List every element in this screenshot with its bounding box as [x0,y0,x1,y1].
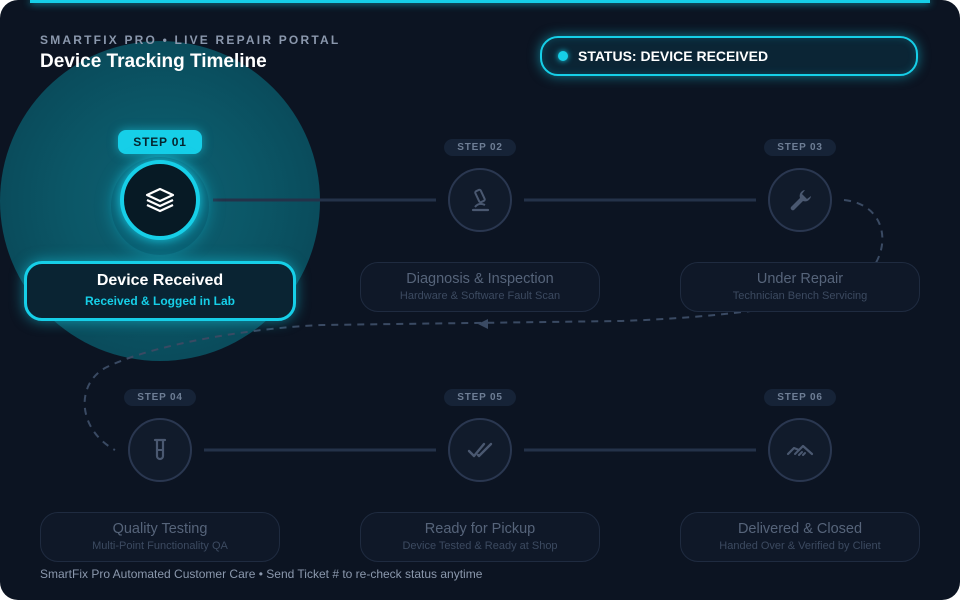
footer-note: SmartFix Pro Automated Customer Care • S… [40,567,483,581]
step-05-card[interactable]: Ready for Pickup Device Tested & Ready a… [360,512,600,562]
step-03-title: Under Repair [756,271,844,287]
step-05-node[interactable] [448,418,512,482]
step-03-node[interactable] [768,168,832,232]
step-05-tag: STEP 05 [444,389,516,406]
flow-arrow-icon [478,319,488,329]
timeline-panel: SMARTFIX PRO • LIVE REPAIR PORTAL Device… [0,0,960,600]
step-05-title: Ready for Pickup [424,521,536,537]
step-01-card[interactable]: Device Received Received & Logged in Lab [24,261,296,321]
double-check-icon [467,442,493,458]
step-03-card[interactable]: Under Repair Technician Bench Servicing [680,262,920,312]
step-02-card[interactable]: Diagnosis & Inspection Hardware & Softwa… [360,262,600,312]
step-06-node[interactable] [768,418,832,482]
step-01-subtitle: Received & Logged in Lab [84,294,236,308]
step-06-title: Delivered & Closed [737,521,863,537]
step-04-card[interactable]: Quality Testing Multi-Point Functionalit… [40,512,280,562]
step-06-tag: STEP 06 [764,389,836,406]
step-01-tag: STEP 01 [118,130,202,154]
test-tube-icon [153,438,167,461]
step-05-subtitle: Device Tested & Ready at Shop [402,540,558,552]
step-03-subtitle: Technician Bench Servicing [732,290,868,302]
step-04-tag: STEP 04 [124,389,196,406]
step-02-title: Diagnosis & Inspection [406,271,554,287]
step-04-node[interactable] [128,418,192,482]
step-04-title: Quality Testing [112,521,208,537]
step-06-card[interactable]: Delivered & Closed Handed Over & Verifie… [680,512,920,562]
step-02-node[interactable] [448,168,512,232]
step-06-subtitle: Handed Over & Verified by Client [719,540,881,552]
handshake-icon [786,444,814,456]
step-02-subtitle: Hardware & Software Fault Scan [399,290,561,302]
layers-icon [145,187,175,213]
step-02-tag: STEP 02 [444,139,516,156]
step-01-title: Device Received [96,272,224,289]
microscope-icon [471,188,490,212]
step-03-tag: STEP 03 [764,139,836,156]
step-01-node[interactable] [120,160,200,240]
wrench-icon [790,190,811,211]
step-04-subtitle: Multi-Point Functionality QA [92,540,228,552]
